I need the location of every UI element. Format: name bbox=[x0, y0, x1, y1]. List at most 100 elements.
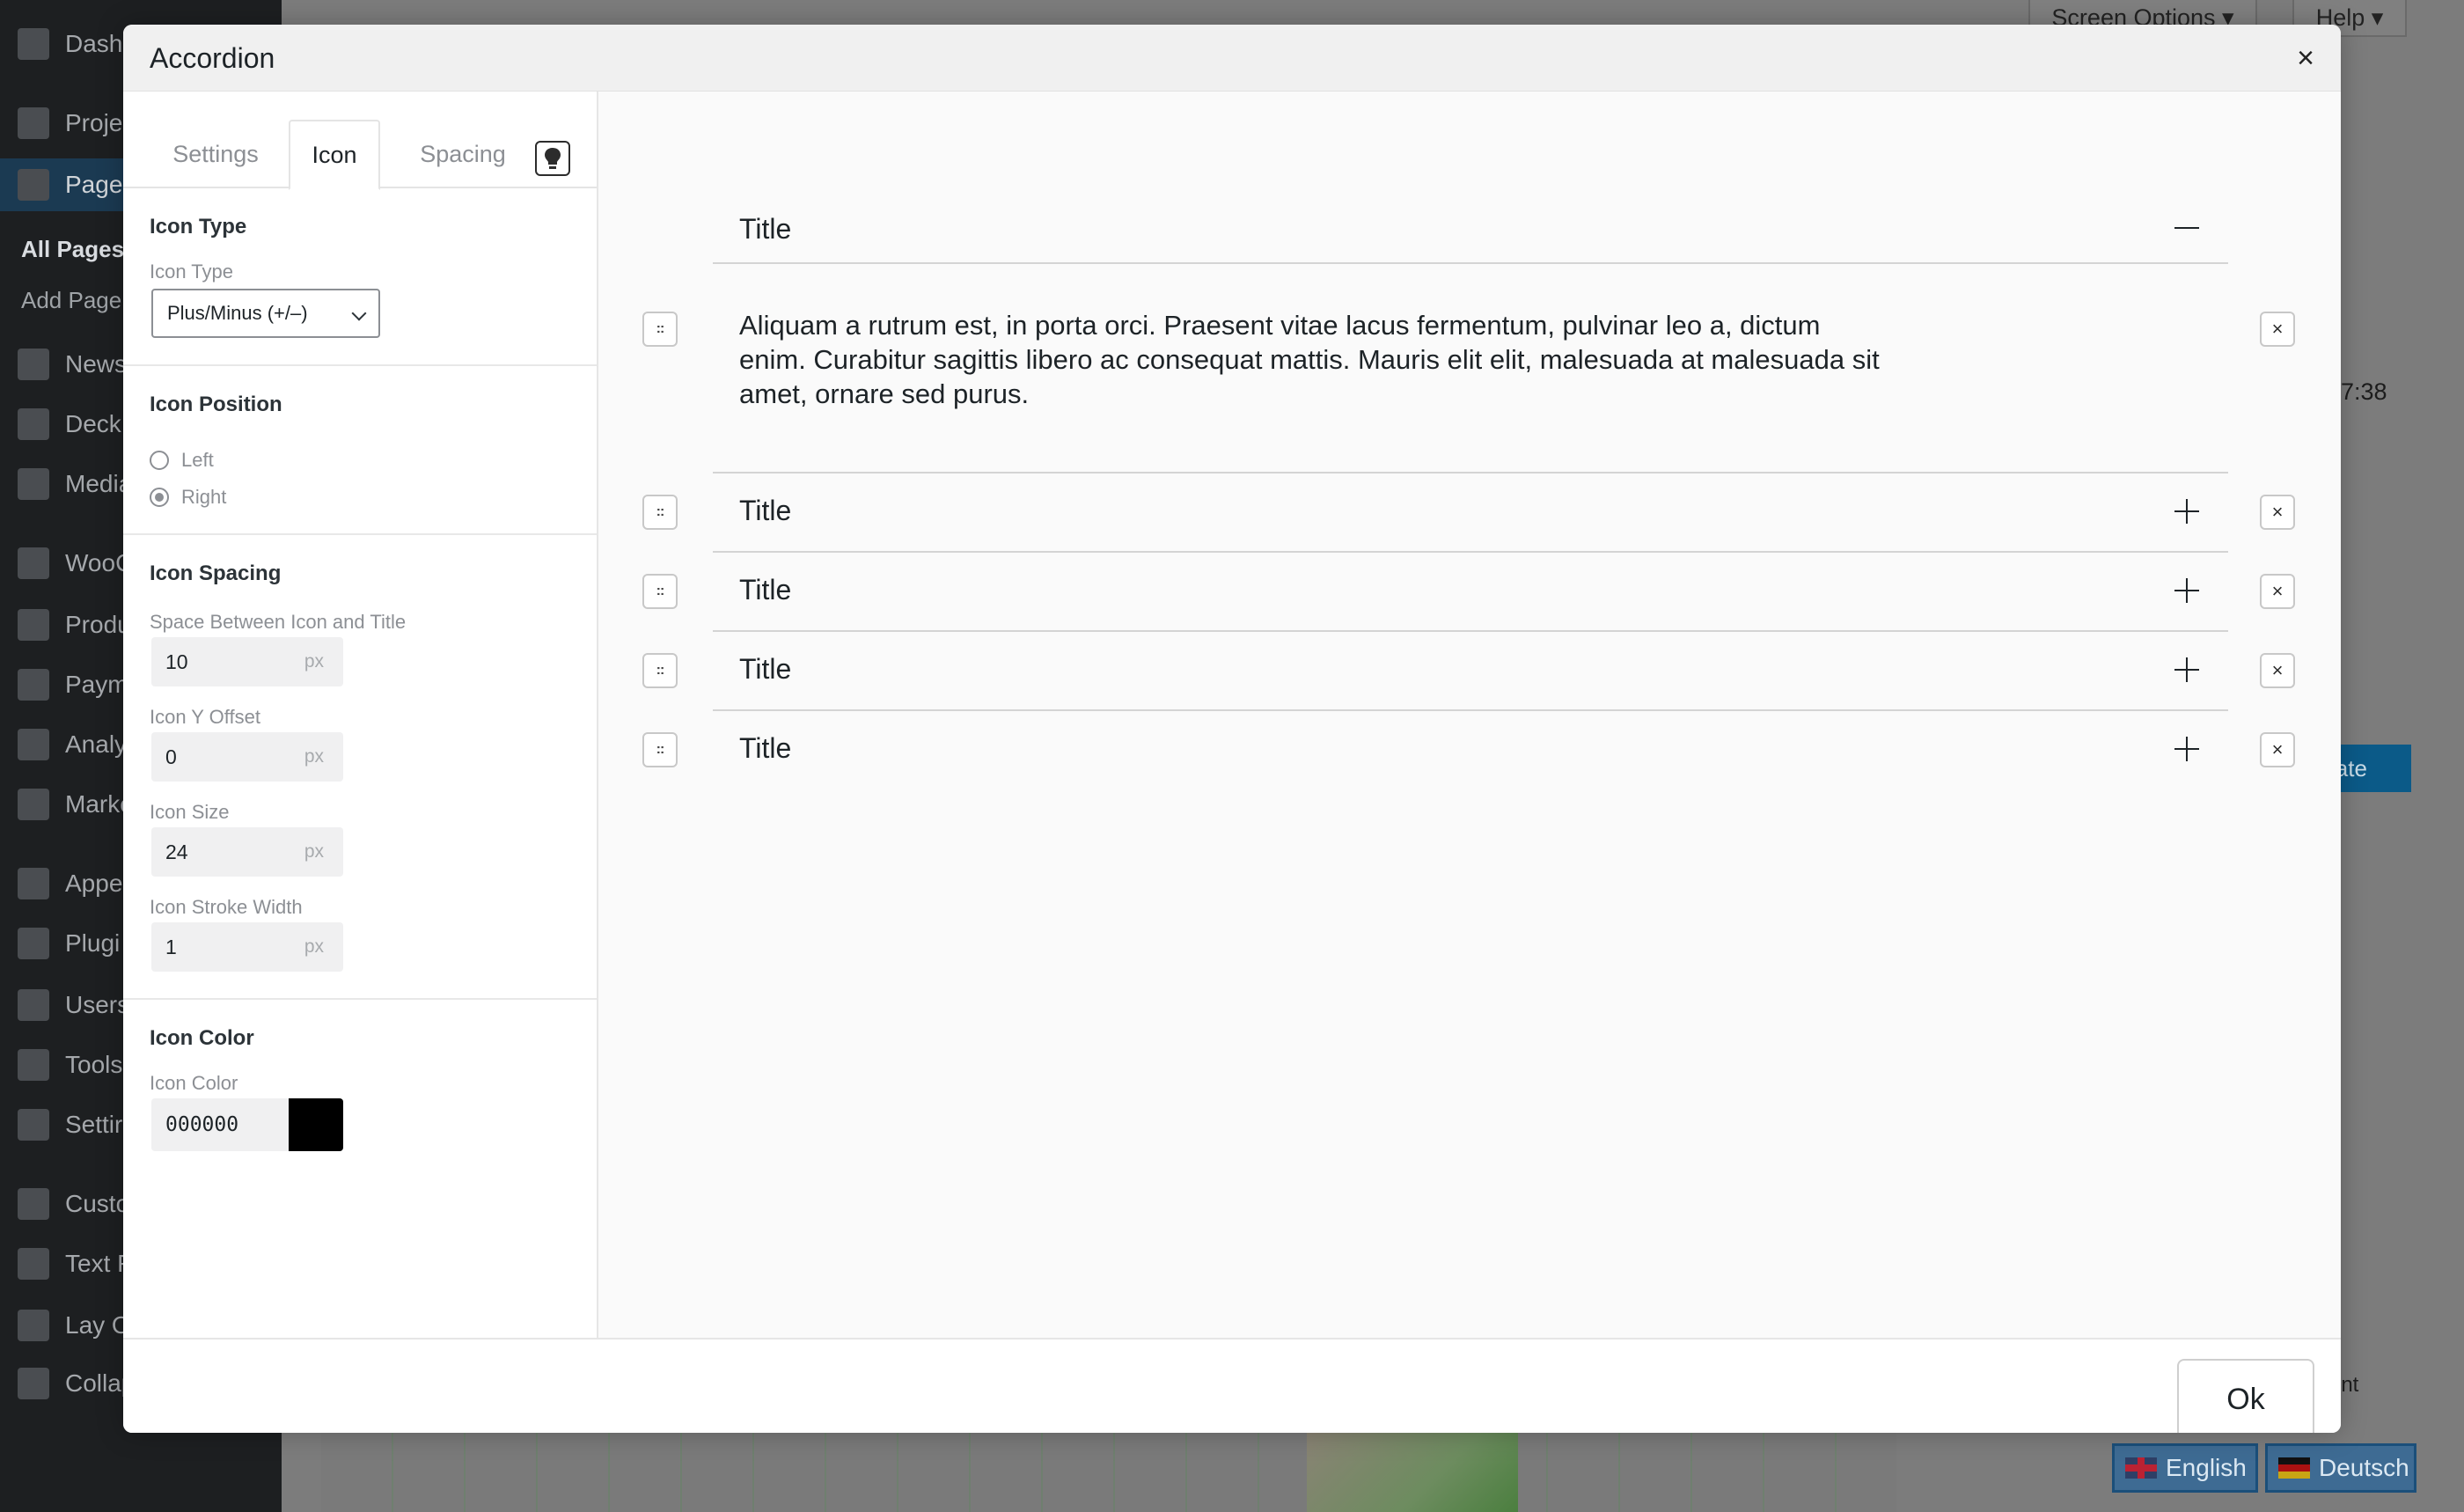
language-deutsch-button[interactable]: Deutsch bbox=[2265, 1443, 2416, 1493]
plus-icon[interactable] bbox=[2172, 496, 2202, 526]
drag-handle-icon[interactable]: :: bbox=[642, 732, 678, 767]
dashboard-icon bbox=[18, 28, 49, 60]
settings-tabs: Settings Icon Spacing bbox=[123, 92, 597, 190]
icon-position-section: Icon Position Left Right bbox=[123, 366, 597, 535]
accordion-modal: Accordion × Settings Icon Spacing Icon T… bbox=[123, 25, 2341, 1433]
eye-icon bbox=[18, 1188, 49, 1220]
wp-menu-label: Text F bbox=[65, 1250, 133, 1277]
wp-menu-label: Dash bbox=[65, 30, 123, 57]
input-value: 0 bbox=[165, 745, 177, 768]
wp-menu-label: Custo bbox=[65, 1190, 130, 1217]
wp-menu-label: Settir bbox=[65, 1111, 123, 1138]
radio-circle[interactable] bbox=[150, 451, 169, 470]
accordion-item-body: Aliquam a rutrum est, in porta orci. Pra… bbox=[713, 264, 2228, 473]
drag-handle-icon[interactable]: :: bbox=[642, 653, 678, 688]
wp-submenu-all-pages[interactable]: All Pages bbox=[21, 236, 124, 263]
plus-icon[interactable] bbox=[2172, 734, 2202, 764]
accordion-item-title[interactable]: Title bbox=[739, 213, 791, 246]
remove-item-button[interactable]: × bbox=[2260, 732, 2295, 767]
icon-type-select[interactable]: Plus/Minus (+/–) bbox=[151, 289, 380, 338]
icon-color-input[interactable]: 000000 bbox=[151, 1098, 290, 1151]
radio-label: Left bbox=[181, 449, 214, 471]
drag-handle-icon[interactable]: :: bbox=[642, 574, 678, 609]
wp-menu-label: Media bbox=[65, 470, 133, 497]
language-label: Deutsch bbox=[2319, 1454, 2409, 1481]
unit-label: px bbox=[304, 841, 324, 862]
unit-label: px bbox=[304, 651, 324, 672]
gear-icon bbox=[18, 1310, 49, 1341]
tab-icon[interactable]: Icon bbox=[289, 120, 380, 190]
tab-spacing[interactable]: Spacing bbox=[392, 120, 533, 188]
remove-item-button[interactable]: × bbox=[2260, 495, 2295, 530]
products-icon bbox=[18, 609, 49, 641]
uk-flag-icon bbox=[2125, 1457, 2157, 1479]
icon-color-section: Icon Color Icon Color 000000 bbox=[123, 1000, 597, 1338]
accordion-item-title[interactable]: Title bbox=[739, 732, 791, 765]
accordion-item-header[interactable]: Title bbox=[713, 632, 2228, 711]
wp-menu-label: Appe bbox=[65, 870, 123, 897]
select-value: Plus/Minus (+/–) bbox=[167, 302, 308, 324]
wp-menu-label: Plugi bbox=[65, 929, 121, 957]
position-left-radio[interactable]: Left bbox=[150, 449, 214, 472]
modal-footer: Ok bbox=[123, 1338, 2341, 1433]
field-label: Icon Stroke Width bbox=[150, 896, 303, 918]
field-label: Icon Type bbox=[150, 261, 233, 283]
analytics-icon bbox=[18, 729, 49, 760]
accordion-item-title[interactable]: Title bbox=[739, 653, 791, 686]
users-icon bbox=[18, 989, 49, 1021]
modal-header: Accordion × bbox=[123, 25, 2341, 92]
language-english-button[interactable]: English bbox=[2112, 1443, 2258, 1493]
accordion-preview: Title Aliquam a rutrum est, in porta orc… bbox=[598, 92, 2341, 1338]
accordion-item-title[interactable]: Title bbox=[739, 574, 791, 606]
accordion-item-text[interactable]: Aliquam a rutrum est, in porta orci. Pra… bbox=[739, 308, 1883, 411]
section-title: Icon Position bbox=[150, 393, 282, 416]
wp-menu-label: News bbox=[65, 350, 128, 378]
plus-icon[interactable] bbox=[2172, 576, 2202, 606]
accordion-item-header[interactable]: Title bbox=[713, 473, 2228, 553]
woo-icon bbox=[18, 547, 49, 579]
marketing-icon bbox=[18, 789, 49, 820]
drag-handle-icon[interactable]: :: bbox=[642, 495, 678, 530]
wp-background-thumbnail bbox=[1307, 1430, 1518, 1512]
accordion-item-header[interactable]: Title bbox=[713, 711, 2228, 790]
color-swatch[interactable] bbox=[289, 1098, 343, 1151]
remove-item-button[interactable]: × bbox=[2260, 574, 2295, 609]
collapse-icon bbox=[18, 1368, 49, 1399]
text-icon bbox=[18, 1248, 49, 1280]
pin-icon bbox=[18, 107, 49, 139]
field-label: Icon Color bbox=[150, 1072, 238, 1094]
tab-settings[interactable]: Settings bbox=[150, 120, 282, 188]
position-right-radio[interactable]: Right bbox=[150, 486, 226, 509]
deck-icon bbox=[18, 408, 49, 440]
accordion-item-title[interactable]: Title bbox=[739, 495, 791, 527]
icon-spacing-section: Icon Spacing Space Between Icon and Titl… bbox=[123, 535, 597, 1000]
drag-handle-icon[interactable]: :: bbox=[642, 312, 678, 347]
icon-y-offset-input[interactable]: 0 px bbox=[151, 732, 343, 782]
wp-submenu-add-page[interactable]: Add Page bbox=[21, 287, 121, 314]
field-label: Space Between Icon and Title bbox=[150, 611, 407, 633]
radio-circle-checked[interactable] bbox=[150, 488, 169, 507]
wp-menu-label: Produ bbox=[65, 611, 131, 638]
ok-button[interactable]: Ok bbox=[2177, 1359, 2314, 1433]
modal-title: Accordion bbox=[150, 42, 275, 74]
de-flag-icon bbox=[2278, 1457, 2310, 1479]
accordion-item-header[interactable]: Title bbox=[713, 553, 2228, 632]
minus-icon[interactable] bbox=[2172, 213, 2202, 243]
plus-icon[interactable] bbox=[2172, 655, 2202, 685]
field-label: Icon Size bbox=[150, 801, 230, 823]
close-icon[interactable]: × bbox=[2288, 40, 2323, 76]
tools-icon bbox=[18, 1049, 49, 1081]
accordion-item-header[interactable]: Title bbox=[713, 194, 2228, 264]
appearance-icon bbox=[18, 868, 49, 899]
plugins-icon bbox=[18, 928, 49, 959]
lightbulb-icon[interactable] bbox=[535, 141, 570, 176]
news-icon bbox=[18, 349, 49, 380]
language-label: English bbox=[2166, 1454, 2247, 1481]
wp-menu-label: Tools bbox=[65, 1051, 123, 1078]
remove-item-button[interactable]: × bbox=[2260, 653, 2295, 688]
remove-item-button[interactable]: × bbox=[2260, 312, 2295, 347]
icon-size-input[interactable]: 24 px bbox=[151, 827, 343, 877]
icon-stroke-width-input[interactable]: 1 px bbox=[151, 922, 343, 972]
wp-menu-label: Proje bbox=[65, 109, 123, 136]
space-between-input[interactable]: 10 px bbox=[151, 637, 343, 686]
